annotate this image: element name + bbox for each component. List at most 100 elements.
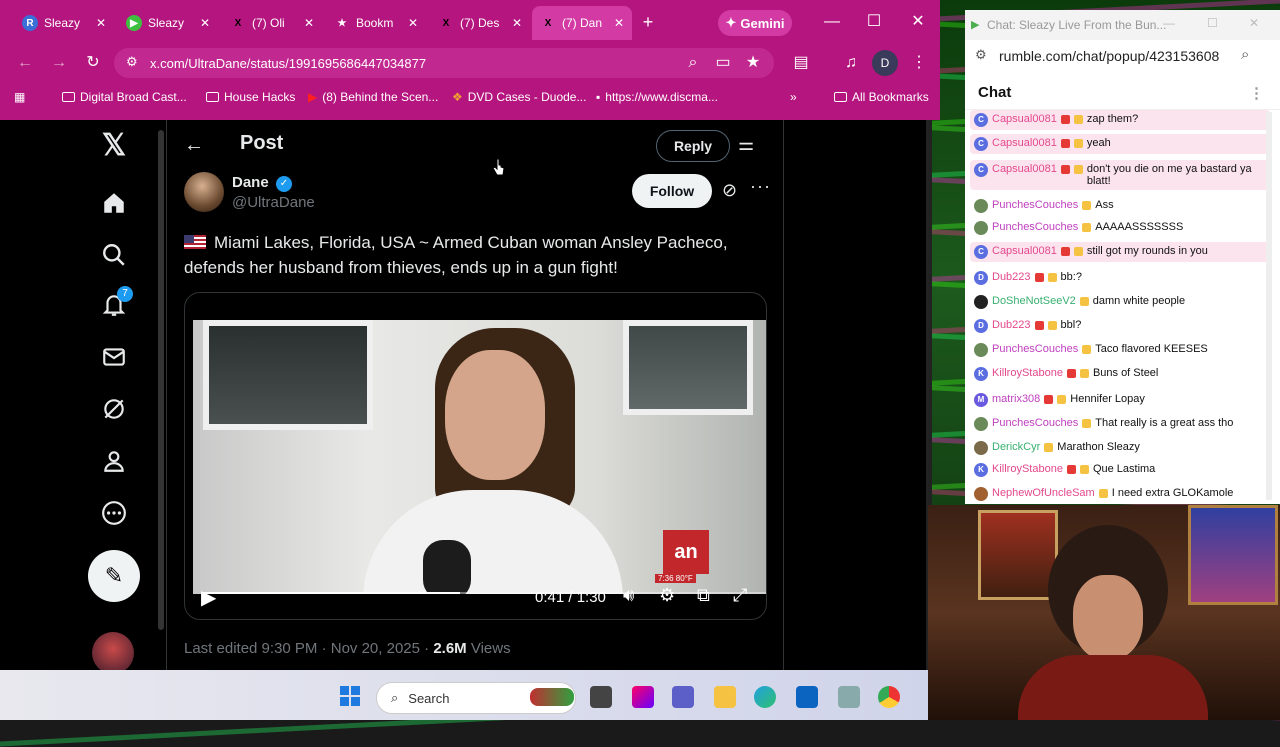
search-icon[interactable]: ⌕ bbox=[1241, 46, 1249, 63]
chat-username[interactable]: Capsual0081 bbox=[992, 137, 1057, 149]
new-tab-button[interactable]: + bbox=[638, 12, 658, 32]
chrome-icon[interactable] bbox=[878, 686, 900, 708]
chat-menu-icon[interactable]: ⋮ bbox=[1249, 84, 1264, 102]
chat-user-avatar[interactable] bbox=[974, 221, 988, 235]
chat-user-avatar[interactable]: D bbox=[974, 271, 988, 285]
chat-username[interactable]: PunchesCouches bbox=[992, 417, 1078, 429]
chat-username[interactable]: PunchesCouches bbox=[992, 221, 1078, 233]
chat-username[interactable]: Dub223 bbox=[992, 319, 1031, 331]
chat-scrollbar[interactable] bbox=[1266, 112, 1272, 500]
close-icon[interactable]: ✕ bbox=[512, 16, 522, 30]
media-control-icon[interactable]: ♫ bbox=[838, 50, 864, 76]
bookmark-item[interactable]: Digital Broad Cast... bbox=[62, 87, 187, 107]
volume-icon[interactable]: 🔊︎ bbox=[623, 585, 634, 606]
post-timestamp[interactable]: Last edited 9:30 PM · Nov 20, 2025 · bbox=[184, 640, 433, 657]
tab-1[interactable]: R Sleazy ✕ bbox=[14, 6, 114, 40]
home-icon[interactable] bbox=[95, 184, 133, 222]
all-bookmarks-button[interactable]: All Bookmarks bbox=[834, 87, 929, 107]
chat-url-bar[interactable]: ⚙ rumble.com/chat/popup/423153608 ⌕ bbox=[965, 40, 1280, 72]
bookmark-item[interactable]: ❖ DVD Cases - Duode... bbox=[452, 87, 586, 107]
chat-username[interactable]: KillroyStabone bbox=[992, 463, 1063, 475]
chat-user-avatar[interactable]: C bbox=[974, 137, 988, 151]
gemini-button[interactable]: ✦ Gemini bbox=[718, 10, 792, 36]
tab-2[interactable]: ▶ Sleazy ✕ bbox=[118, 6, 218, 40]
chat-username[interactable]: matrix308 bbox=[992, 393, 1040, 405]
close-window-button[interactable]: ✕ bbox=[906, 10, 930, 34]
close-icon[interactable]: ✕ bbox=[96, 16, 106, 30]
tab-6-active[interactable]: X (7) Dan ✕ bbox=[532, 6, 632, 40]
site-settings-icon[interactable]: ⚙ bbox=[126, 54, 138, 70]
video-frame[interactable]: an 7:36 80°F bbox=[193, 320, 766, 594]
chat-user-avatar[interactable]: C bbox=[974, 113, 988, 127]
chat-user-avatar[interactable] bbox=[974, 417, 988, 431]
file-explorer-icon[interactable] bbox=[714, 686, 736, 708]
more-bookmarks-icon[interactable]: » bbox=[790, 87, 797, 107]
chat-username[interactable]: Capsual0081 bbox=[992, 163, 1057, 175]
chat-user-avatar[interactable] bbox=[974, 199, 988, 213]
compose-post-button[interactable]: ✎ bbox=[88, 550, 140, 602]
app-icon[interactable] bbox=[838, 686, 860, 708]
follow-button[interactable]: Follow bbox=[632, 174, 712, 208]
video-player[interactable]: an 7:36 80°F ▶ 0:41 / 1:30 🔊︎ ⚙ ⧉ ⤢ bbox=[184, 292, 767, 620]
account-avatar[interactable] bbox=[92, 632, 134, 674]
chat-user-avatar[interactable]: K bbox=[974, 367, 988, 381]
tab-3[interactable]: X (7) Oli ✕ bbox=[222, 6, 322, 40]
grok-explain-icon[interactable]: ⊘ bbox=[722, 180, 737, 201]
chat-username[interactable]: Capsual0081 bbox=[992, 245, 1057, 257]
settings-sliders-icon[interactable]: ⚌ bbox=[738, 134, 754, 155]
chat-user-avatar[interactable] bbox=[974, 343, 988, 357]
more-options-icon[interactable] bbox=[95, 494, 133, 532]
gear-icon[interactable]: ⚙ bbox=[659, 585, 675, 606]
zoom-icon[interactable]: ⌕ bbox=[680, 50, 706, 76]
menu-kebab-icon[interactable]: ⋮ bbox=[906, 50, 932, 76]
close-window-button[interactable]: ✕ bbox=[1249, 16, 1259, 30]
more-icon[interactable]: ··· bbox=[750, 176, 771, 197]
chat-username[interactable]: PunchesCouches bbox=[992, 343, 1078, 355]
chat-user-avatar[interactable]: C bbox=[974, 245, 988, 259]
author-handle[interactable]: @UltraDane bbox=[232, 194, 315, 211]
chat-username[interactable]: KillroyStabone bbox=[992, 367, 1063, 379]
author-avatar[interactable] bbox=[184, 172, 224, 212]
bookmark-star-icon[interactable]: ★ bbox=[740, 50, 766, 76]
left-scrollbar[interactable] bbox=[158, 130, 164, 630]
bookmark-item[interactable]: ▶ (8) Behind the Scen... bbox=[308, 87, 438, 107]
copilot-icon[interactable] bbox=[632, 686, 654, 708]
profile-icon[interactable] bbox=[95, 442, 133, 480]
close-icon[interactable]: ✕ bbox=[408, 16, 418, 30]
tab-4[interactable]: ★ Bookm ✕ bbox=[326, 6, 426, 40]
chat-user-avatar[interactable]: K bbox=[974, 463, 988, 477]
play-icon[interactable]: ▶ bbox=[201, 585, 216, 610]
x-logo-icon[interactable]: 𝕏 bbox=[95, 126, 133, 164]
chat-username[interactable]: NephewOfUncleSam bbox=[992, 487, 1095, 499]
minimize-button[interactable]: — bbox=[820, 10, 844, 34]
maximize-button[interactable]: ☐ bbox=[862, 10, 886, 34]
close-icon[interactable]: ✕ bbox=[614, 16, 624, 30]
chat-user-avatar[interactable]: D bbox=[974, 319, 988, 333]
reply-button[interactable]: Reply bbox=[656, 130, 730, 162]
windows-start-icon[interactable] bbox=[340, 686, 360, 706]
chat-user-avatar[interactable]: C bbox=[974, 163, 988, 177]
picture-in-picture-icon[interactable]: ⧉ bbox=[697, 585, 710, 606]
bookmark-item[interactable]: House Hacks bbox=[206, 87, 295, 107]
profile-avatar[interactable]: D bbox=[872, 50, 898, 76]
fullscreen-icon[interactable]: ⤢ bbox=[733, 585, 747, 606]
minimize-button[interactable]: — bbox=[1163, 16, 1175, 30]
teams-icon[interactable] bbox=[672, 686, 694, 708]
chat-username[interactable]: Dub223 bbox=[992, 271, 1031, 283]
chat-user-avatar[interactable] bbox=[974, 487, 988, 501]
chat-user-avatar[interactable] bbox=[974, 441, 988, 455]
chat-username[interactable]: DerickCyr bbox=[992, 441, 1040, 453]
tab-5[interactable]: X (7) Des ✕ bbox=[430, 6, 530, 40]
task-view-icon[interactable] bbox=[590, 686, 612, 708]
grok-icon[interactable] bbox=[95, 390, 133, 428]
close-icon[interactable]: ✕ bbox=[304, 16, 314, 30]
back-button[interactable]: ← bbox=[12, 50, 38, 76]
chat-username[interactable]: DoSheNotSeeV2 bbox=[992, 295, 1076, 307]
back-arrow-icon[interactable]: ← bbox=[184, 134, 204, 157]
store-icon[interactable] bbox=[796, 686, 818, 708]
reload-button[interactable]: ↻ bbox=[80, 50, 106, 76]
chat-user-avatar[interactable] bbox=[974, 295, 988, 309]
cast-icon[interactable]: ▭ bbox=[710, 50, 736, 76]
bookmark-item[interactable]: ▪ https://www.discma... bbox=[596, 87, 718, 107]
messages-icon[interactable] bbox=[95, 338, 133, 376]
